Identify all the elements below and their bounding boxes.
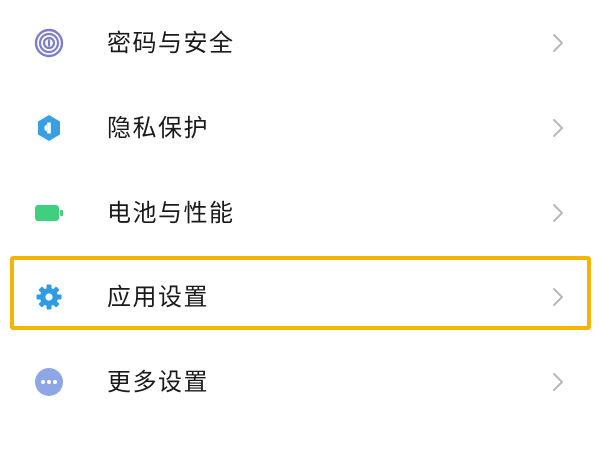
settings-item-more-settings[interactable]: 更多设置 (0, 339, 600, 423)
chevron-right-icon (551, 286, 565, 308)
settings-list: 密码与安全 隐私保护 电池与性能 应用设置 更多设置 (0, 0, 600, 450)
settings-item-label: 更多设置 (107, 368, 209, 396)
settings-item-app-settings[interactable]: 应用设置 (0, 254, 600, 338)
settings-item-password-security[interactable]: 密码与安全 (0, 0, 600, 84)
settings-item-label: 密码与安全 (107, 29, 235, 57)
privacy-shield-icon (34, 113, 64, 143)
chevron-right-icon (551, 32, 565, 54)
settings-item-label: 应用设置 (107, 283, 209, 311)
battery-icon (34, 198, 64, 228)
more-dots-icon (34, 367, 64, 397)
settings-item-label: 电池与性能 (107, 199, 235, 227)
gear-icon (34, 282, 64, 312)
fingerprint-icon (34, 28, 64, 58)
settings-item-label: 隐私保护 (107, 114, 209, 142)
chevron-right-icon (551, 117, 565, 139)
chevron-right-icon (551, 202, 565, 224)
settings-item-privacy[interactable]: 隐私保护 (0, 85, 600, 169)
chevron-right-icon (551, 371, 565, 393)
settings-item-battery-performance[interactable]: 电池与性能 (0, 170, 600, 254)
